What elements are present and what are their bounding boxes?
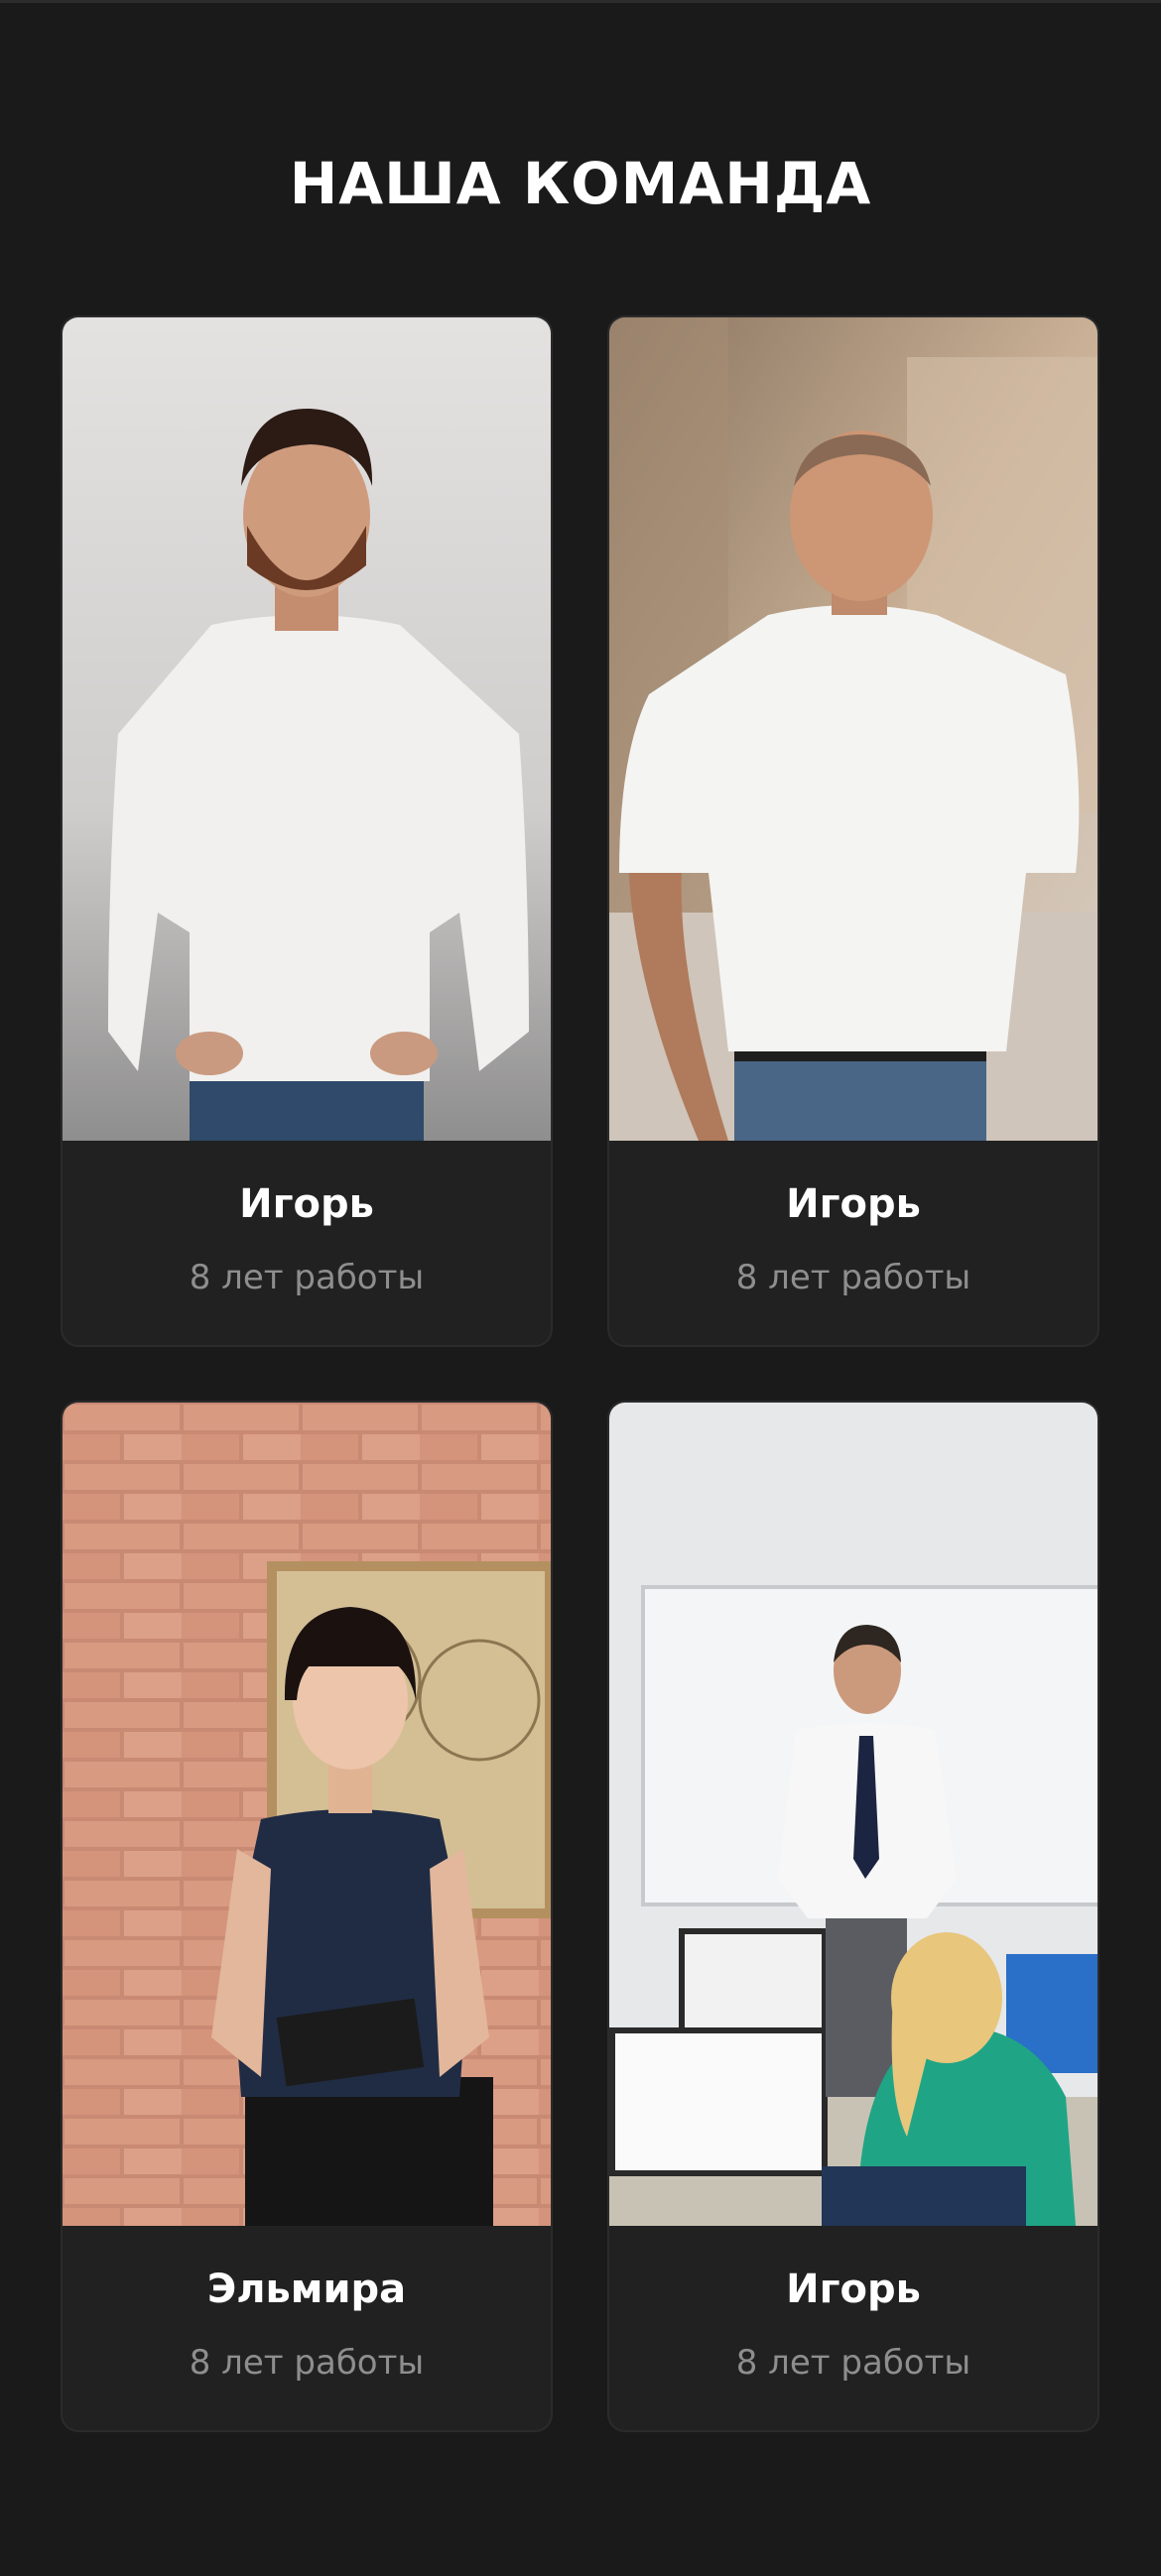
top-divider [0, 0, 1161, 3]
team-member-experience: 8 лет работы [735, 2343, 971, 2383]
team-member-photo [63, 1403, 551, 2226]
team-member-name: Игорь [786, 2267, 921, 2312]
team-member-card[interactable]: Игорь 8 лет работы [607, 315, 1099, 1347]
team-member-experience: 8 лет работы [735, 1258, 971, 1297]
team-member-card[interactable]: Игорь 8 лет работы [607, 1401, 1099, 2432]
team-member-name: Игорь [786, 1181, 921, 1227]
team-member-experience: 8 лет работы [189, 2343, 425, 2383]
team-member-name: Эльмира [206, 2267, 407, 2312]
team-member-name: Игорь [239, 1181, 374, 1227]
team-member-photo [609, 317, 1097, 1141]
team-member-card[interactable]: Игорь 8 лет работы [61, 315, 553, 1347]
section-title: НАША КОМАНДА [289, 150, 872, 217]
team-member-photo [63, 317, 551, 1141]
team-member-experience: 8 лет работы [189, 1258, 425, 1297]
team-member-card[interactable]: Эльмира 8 лет работы [61, 1401, 553, 2432]
team-member-photo [609, 1403, 1097, 2226]
